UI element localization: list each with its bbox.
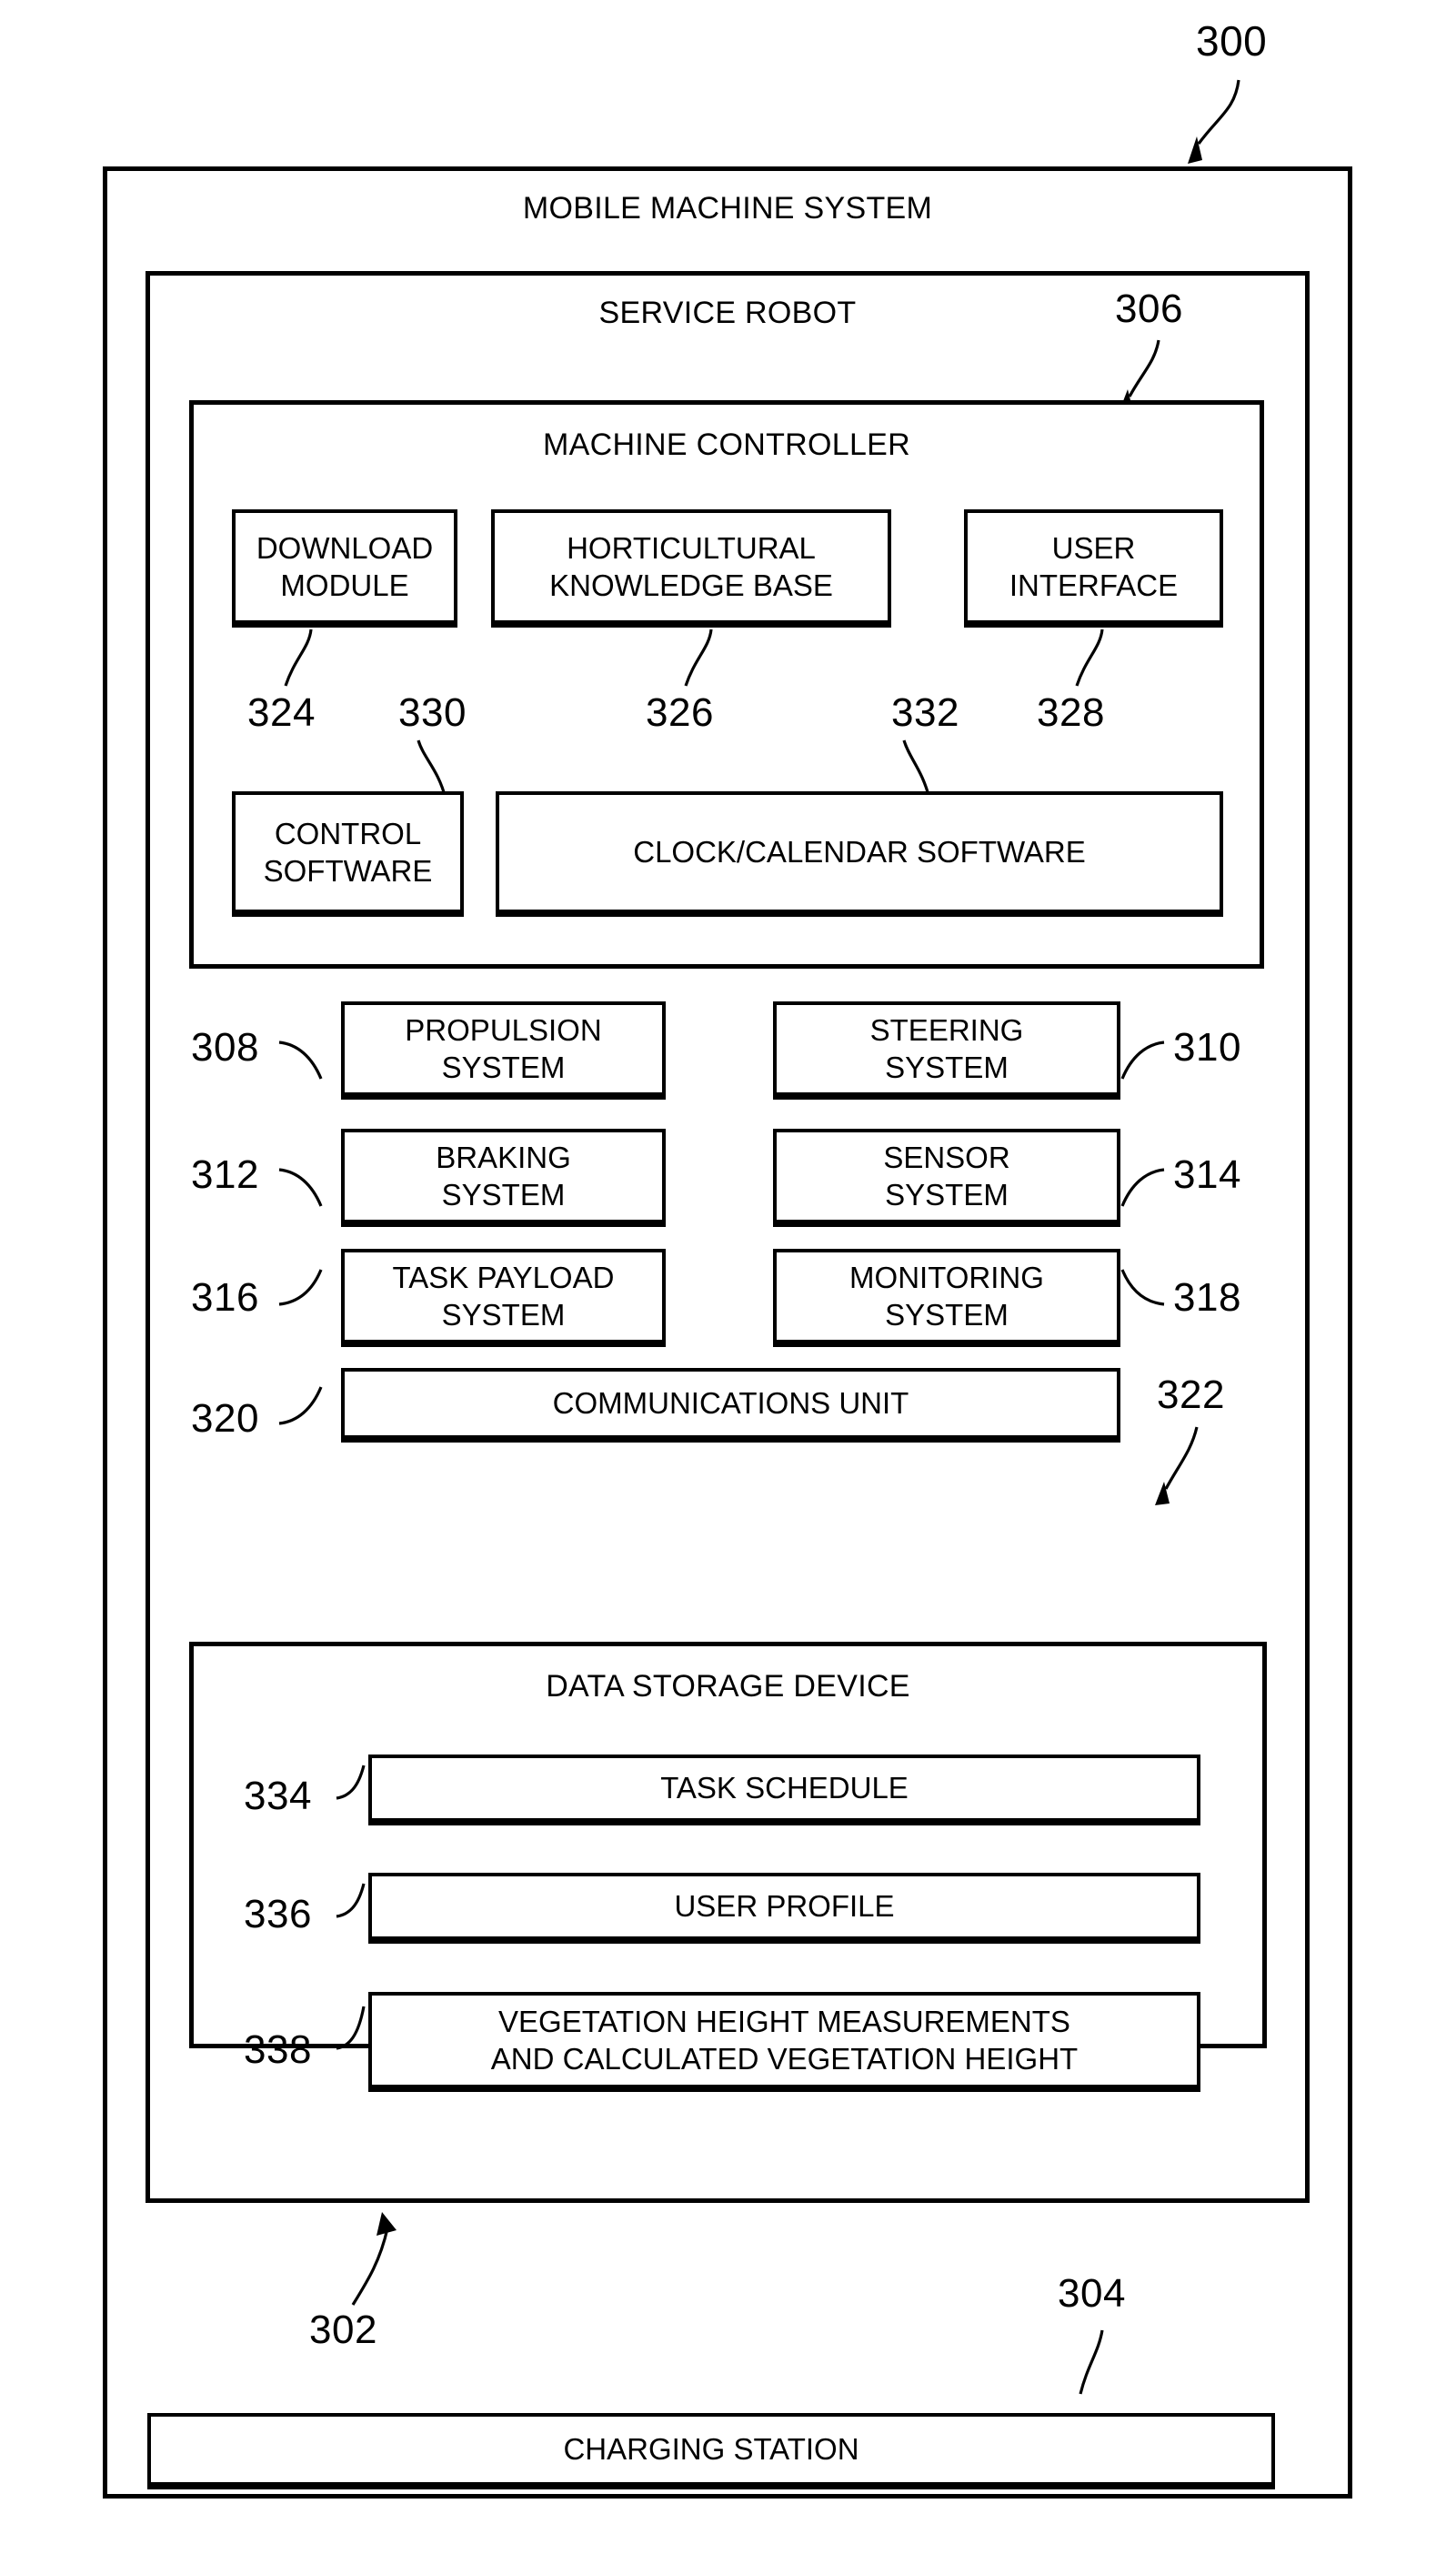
leader-arrow-300 xyxy=(1188,79,1240,164)
control-software-box: CONTROL SOFTWARE xyxy=(232,791,464,917)
ref-324: 324 xyxy=(247,690,316,735)
clock-calendar-software-box: CLOCK/CALENDAR SOFTWARE xyxy=(496,791,1223,917)
task-payload-system-label: TASK PAYLOAD SYSTEM xyxy=(392,1260,615,1332)
charging-station-box: CHARGING STATION xyxy=(147,2413,1275,2489)
user-profile-label: USER PROFILE xyxy=(674,1889,895,1924)
vegetation-height-label: VEGETATION HEIGHT MEASUREMENTS AND CALCU… xyxy=(490,2004,1079,2076)
task-schedule-label: TASK SCHEDULE xyxy=(660,1771,909,1805)
user-interface-box: USER INTERFACE xyxy=(964,509,1223,628)
ref-312: 312 xyxy=(191,1152,259,1197)
communications-unit-label: COMMUNICATIONS UNIT xyxy=(552,1386,909,1421)
ref-310: 310 xyxy=(1173,1025,1241,1070)
clock-calendar-software-label: CLOCK/CALENDAR SOFTWARE xyxy=(633,835,1086,870)
steering-system-box: STEERING SYSTEM xyxy=(773,1001,1120,1100)
ref-326: 326 xyxy=(646,690,714,735)
braking-system-box: BRAKING SYSTEM xyxy=(341,1129,666,1227)
task-schedule-box: TASK SCHEDULE xyxy=(368,1755,1200,1825)
mobile-machine-system-title: MOBILE MACHINE SYSTEM xyxy=(522,191,933,226)
propulsion-system-box: PROPULSION SYSTEM xyxy=(341,1001,666,1100)
download-module-label: DOWNLOAD MODULE xyxy=(256,530,434,602)
sensor-system-label: SENSOR SYSTEM xyxy=(883,1140,1010,1212)
horticultural-knowledge-base-label: HORTICULTURAL KNOWLEDGE BASE xyxy=(549,530,833,602)
machine-controller-title: MACHINE CONTROLLER xyxy=(542,427,910,462)
ref-330: 330 xyxy=(398,690,467,735)
control-software-label: CONTROL SOFTWARE xyxy=(263,816,433,888)
ref-320: 320 xyxy=(191,1396,259,1441)
sensor-system-box: SENSOR SYSTEM xyxy=(773,1129,1120,1227)
charging-station-label: CHARGING STATION xyxy=(563,2432,859,2467)
steering-system-label: STEERING SYSTEM xyxy=(869,1012,1024,1084)
ref-322: 322 xyxy=(1157,1373,1225,1417)
monitoring-system-box: MONITORING SYSTEM xyxy=(773,1249,1120,1347)
communications-unit-box: COMMUNICATIONS UNIT xyxy=(341,1368,1120,1443)
horticultural-knowledge-base-box: HORTICULTURAL KNOWLEDGE BASE xyxy=(491,509,891,628)
ref-334: 334 xyxy=(244,1774,312,1818)
ref-306: 306 xyxy=(1115,287,1183,331)
ref-308: 308 xyxy=(191,1025,259,1070)
ref-318: 318 xyxy=(1173,1275,1241,1320)
data-storage-device-title: DATA STORAGE DEVICE xyxy=(546,1669,910,1704)
ref-332: 332 xyxy=(891,690,959,735)
user-profile-box: USER PROFILE xyxy=(368,1873,1200,1944)
propulsion-system-label: PROPULSION SYSTEM xyxy=(405,1012,602,1084)
ref-300: 300 xyxy=(1196,17,1268,65)
ref-302: 302 xyxy=(309,2308,377,2352)
figure-canvas: 300 MOBILE MACHINE SYSTEM SERVICE ROBOT … xyxy=(0,0,1456,2554)
ref-314: 314 xyxy=(1173,1152,1241,1197)
user-interface-label: USER INTERFACE xyxy=(1009,530,1179,602)
ref-304: 304 xyxy=(1058,2271,1126,2316)
task-payload-system-box: TASK PAYLOAD SYSTEM xyxy=(341,1249,666,1347)
download-module-box: DOWNLOAD MODULE xyxy=(232,509,457,628)
ref-328: 328 xyxy=(1037,690,1105,735)
ref-336: 336 xyxy=(244,1892,312,1936)
ref-338: 338 xyxy=(244,2027,312,2072)
vegetation-height-box: VEGETATION HEIGHT MEASUREMENTS AND CALCU… xyxy=(368,1992,1200,2092)
monitoring-system-label: MONITORING SYSTEM xyxy=(849,1260,1044,1332)
braking-system-label: BRAKING SYSTEM xyxy=(436,1140,571,1212)
ref-316: 316 xyxy=(191,1275,259,1320)
